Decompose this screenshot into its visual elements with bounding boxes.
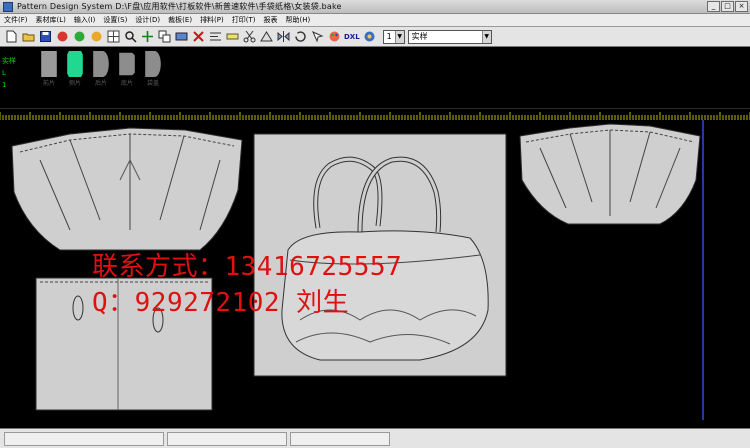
align-icon[interactable] bbox=[208, 29, 223, 44]
menu-help[interactable]: 帮助(H) bbox=[282, 15, 315, 25]
scissors-icon[interactable] bbox=[242, 29, 257, 44]
piece-label: 底片 bbox=[120, 80, 133, 87]
piece-thumbnail-bottom[interactable]: 底片 bbox=[118, 51, 136, 87]
piece-thumbnail-front[interactable]: 前片 bbox=[40, 51, 58, 87]
panel-label-1: 1 bbox=[2, 81, 7, 89]
status-cell-2 bbox=[167, 431, 287, 446]
piece-thumbnail-side[interactable]: 侧片 bbox=[66, 51, 84, 87]
status-bar bbox=[0, 428, 750, 448]
pieces-panel-side: 实样 L 1 bbox=[2, 55, 16, 91]
menu-cut[interactable]: 裁板(E) bbox=[164, 15, 196, 25]
piece-thumbnail-back[interactable]: 后片 bbox=[92, 51, 110, 87]
qq-watermark: Q：929272102 刘生 bbox=[92, 288, 350, 318]
maximize-button[interactable]: □ bbox=[721, 1, 734, 12]
style-select[interactable]: 实样 ▼ bbox=[407, 29, 492, 44]
palette-icon[interactable] bbox=[327, 29, 342, 44]
menu-print[interactable]: 打印(T) bbox=[228, 15, 260, 25]
menu-file[interactable]: 文件(F) bbox=[0, 15, 32, 25]
contact-watermark: 联系方式：13416725557 bbox=[92, 252, 403, 282]
open-folder-icon[interactable] bbox=[21, 29, 36, 44]
menu-bar: 文件(F) 素材库(L) 输入(I) 设置(S) 设计(D) 裁板(E) 排料(… bbox=[0, 14, 750, 27]
front-panel-piece[interactable] bbox=[11, 127, 243, 251]
menu-settings[interactable]: 设置(S) bbox=[99, 15, 131, 25]
piece-thumbnail-flap[interactable]: 袋盖 bbox=[144, 51, 162, 87]
horizontal-ruler bbox=[0, 110, 750, 120]
dxl-button[interactable]: DXL bbox=[344, 33, 360, 41]
zoom-icon[interactable] bbox=[123, 29, 138, 44]
save-icon[interactable] bbox=[38, 29, 53, 44]
arrow-icon[interactable] bbox=[310, 29, 325, 44]
app-icon bbox=[3, 1, 13, 12]
layer-select[interactable]: 1 ▼ bbox=[382, 29, 405, 44]
chevron-down-icon: ▼ bbox=[481, 30, 491, 43]
measure-icon[interactable] bbox=[225, 29, 240, 44]
cut-icon[interactable] bbox=[174, 29, 189, 44]
new-file-icon[interactable] bbox=[4, 29, 19, 44]
redo-icon[interactable] bbox=[72, 29, 87, 44]
move-icon[interactable] bbox=[140, 29, 155, 44]
piece-label: 后片 bbox=[94, 80, 107, 87]
ruler-ticks bbox=[0, 112, 750, 120]
status-cell-3 bbox=[290, 431, 390, 446]
minimize-button[interactable]: _ bbox=[707, 1, 720, 12]
pattern-pieces-panel: 实样 L 1 前片 侧片 后片 底片 袋盖 bbox=[0, 47, 750, 109]
delete-icon[interactable] bbox=[191, 29, 206, 44]
toolbar: DXL 1 ▼ 实样 ▼ bbox=[0, 27, 750, 47]
panel-label-style: 实样 bbox=[2, 57, 16, 65]
copy-icon[interactable] bbox=[157, 29, 172, 44]
side-panel-piece[interactable] bbox=[519, 123, 701, 225]
piece-label: 袋盖 bbox=[146, 80, 159, 87]
notch-icon[interactable] bbox=[259, 29, 274, 44]
grid-icon[interactable] bbox=[106, 29, 121, 44]
window-controls: _ □ × bbox=[707, 1, 748, 12]
piece-label: 前片 bbox=[42, 80, 55, 87]
menu-layout[interactable]: 排料(P) bbox=[196, 15, 228, 25]
color-icon[interactable] bbox=[89, 29, 104, 44]
rotate-icon[interactable] bbox=[293, 29, 308, 44]
chevron-down-icon: ▼ bbox=[394, 30, 404, 43]
close-button[interactable]: × bbox=[735, 1, 748, 12]
menu-design[interactable]: 设计(D) bbox=[131, 15, 164, 25]
mirror-icon[interactable] bbox=[276, 29, 291, 44]
menu-library[interactable]: 素材库(L) bbox=[32, 15, 70, 25]
menu-input[interactable]: 输入(I) bbox=[70, 15, 100, 25]
window-title: Pattern Design System D:\F盘\应用软件\打板软件\新普… bbox=[17, 2, 342, 11]
undo-icon[interactable] bbox=[55, 29, 70, 44]
menu-report[interactable]: 报表 bbox=[260, 15, 282, 25]
style-select-value: 实样 bbox=[411, 31, 428, 41]
pieces-track: 前片 侧片 后片 底片 袋盖 bbox=[40, 51, 162, 87]
status-cell-1 bbox=[4, 431, 164, 446]
cube-icon[interactable] bbox=[362, 29, 377, 44]
piece-label: 侧片 bbox=[68, 80, 81, 87]
layer-select-value: 1 bbox=[386, 31, 392, 41]
panel-label-l: L bbox=[2, 69, 6, 77]
title-bar: Pattern Design System D:\F盘\应用软件\打板软件\新普… bbox=[0, 0, 750, 14]
